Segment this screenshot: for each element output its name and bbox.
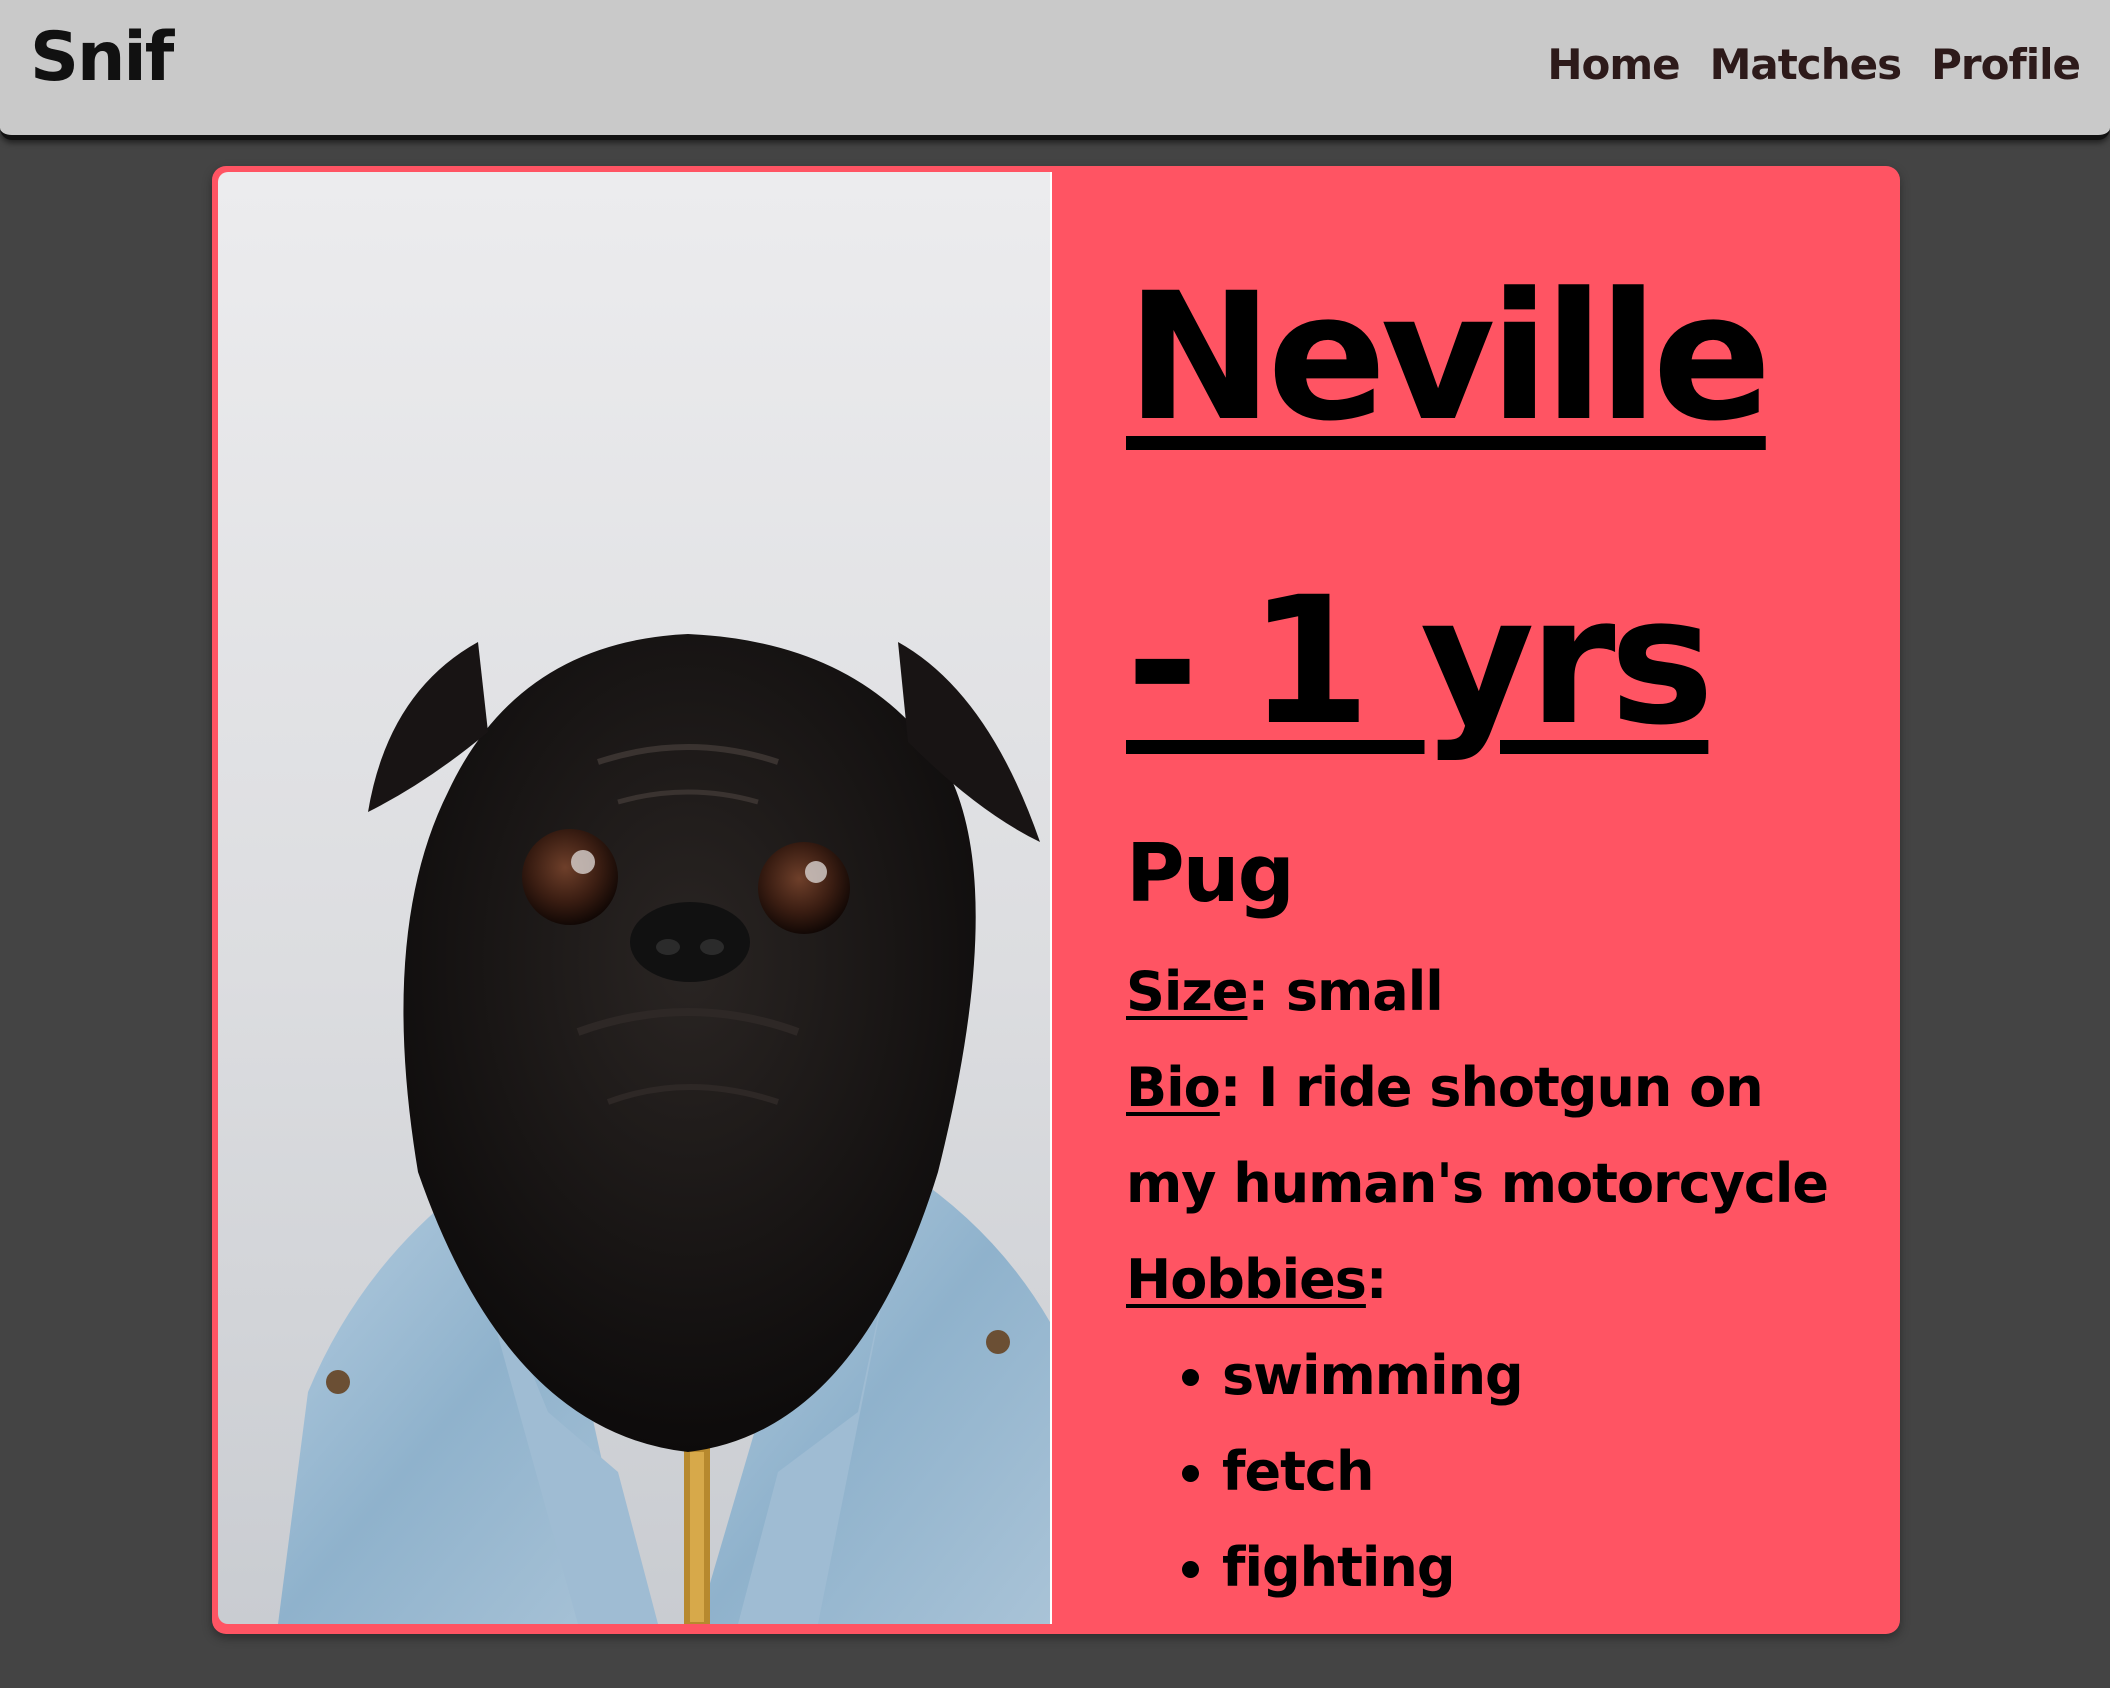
dog-name: Neville [1126, 255, 1772, 460]
dog-breed: Pug [1126, 827, 1295, 920]
size-label: Size [1126, 960, 1248, 1023]
list-item: swimming [1222, 1328, 1846, 1424]
bio-field: Bio: I ride shotgun on my human's motorc… [1126, 1056, 1829, 1215]
size-value: small [1285, 960, 1444, 1023]
nav-links: Home Matches Profile [1547, 44, 2081, 86]
bio-value: I ride shotgun on my human's motorcycle [1126, 1056, 1829, 1215]
nav-link-home[interactable]: Home [1547, 44, 1680, 86]
profile-details: Neville - 1 yrs Pug Size: small Bio: I r… [1126, 206, 1846, 1616]
dog-name-age: Neville - 1 yrs [1126, 206, 1846, 814]
hobbies-field: Hobbies: [1126, 1248, 1388, 1311]
list-item: fighting [1222, 1520, 1846, 1616]
size-field: Size: small [1126, 960, 1444, 1023]
nav-link-profile[interactable]: Profile [1931, 44, 2081, 86]
list-item: fetch [1222, 1424, 1846, 1520]
nav-link-matches[interactable]: Matches [1710, 44, 1902, 86]
top-navbar: Snif Home Matches Profile [0, 0, 2110, 140]
profile-card: Neville - 1 yrs Pug Size: small Bio: I r… [212, 166, 1900, 1634]
hobbies-list: swimming fetch fighting [1126, 1328, 1846, 1616]
bio-label: Bio [1126, 1056, 1221, 1119]
dog-photo [218, 172, 1052, 1624]
dog-age: - 1 yrs [1126, 559, 1714, 764]
hobbies-label: Hobbies [1126, 1248, 1367, 1311]
pug-illustration [278, 634, 1050, 1624]
brand-logo[interactable]: Snif [30, 24, 174, 92]
